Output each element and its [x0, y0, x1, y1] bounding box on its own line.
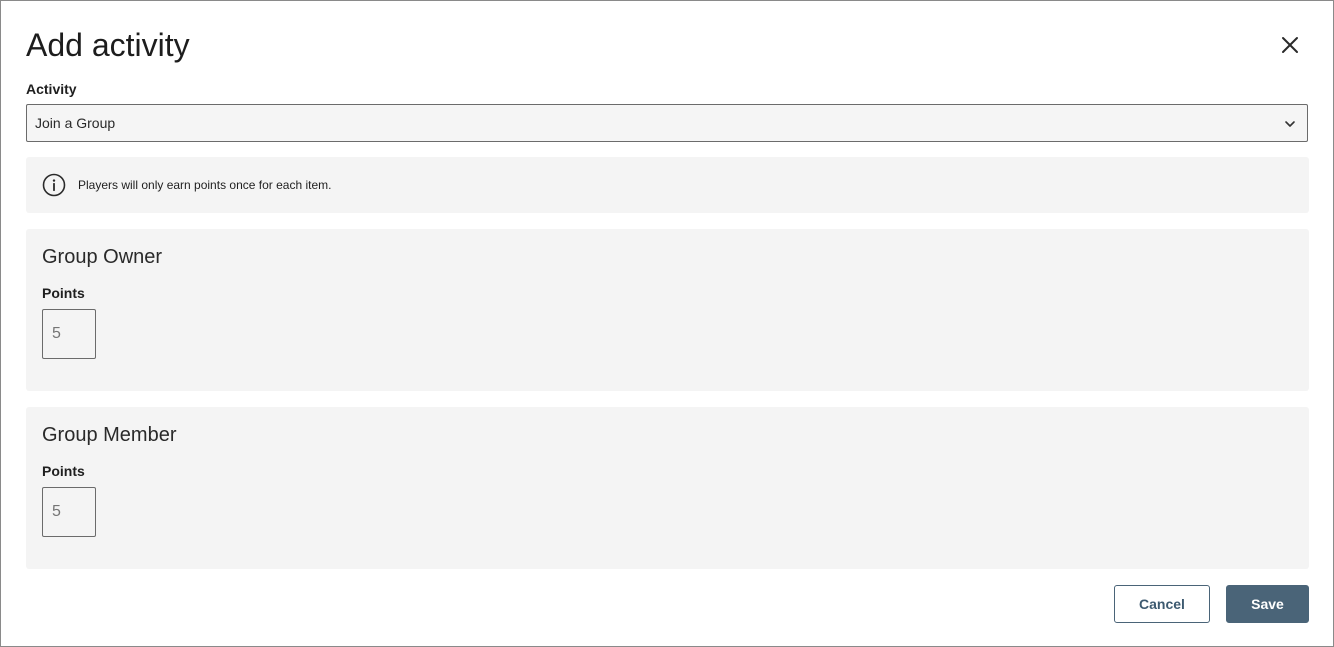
info-banner: Players will only earn points once for e… [26, 157, 1309, 213]
card-title: Group Member [42, 424, 177, 446]
points-label: Points [42, 285, 85, 301]
activity-select[interactable]: Join a Group [26, 104, 1308, 142]
save-button[interactable]: Save [1226, 585, 1309, 623]
add-activity-dialog: Add activity Activity Join a Group Playe… [0, 0, 1334, 647]
activity-label: Activity [26, 81, 77, 97]
activity-select-value: Join a Group [35, 115, 116, 131]
close-button[interactable] [1275, 30, 1305, 60]
info-icon [42, 173, 66, 202]
group-owner-card: Group Owner Points [26, 229, 1309, 391]
points-label: Points [42, 463, 85, 479]
chevron-down-icon [1283, 117, 1297, 136]
card-title: Group Owner [42, 246, 163, 268]
group-owner-points-input[interactable] [42, 309, 96, 359]
group-member-points-input[interactable] [42, 487, 96, 537]
group-member-card: Group Member Points [26, 407, 1309, 569]
dialog-title: Add activity [26, 27, 190, 63]
info-text: Players will only earn points once for e… [78, 178, 332, 192]
cancel-button[interactable]: Cancel [1114, 585, 1210, 623]
close-icon [1282, 37, 1298, 53]
